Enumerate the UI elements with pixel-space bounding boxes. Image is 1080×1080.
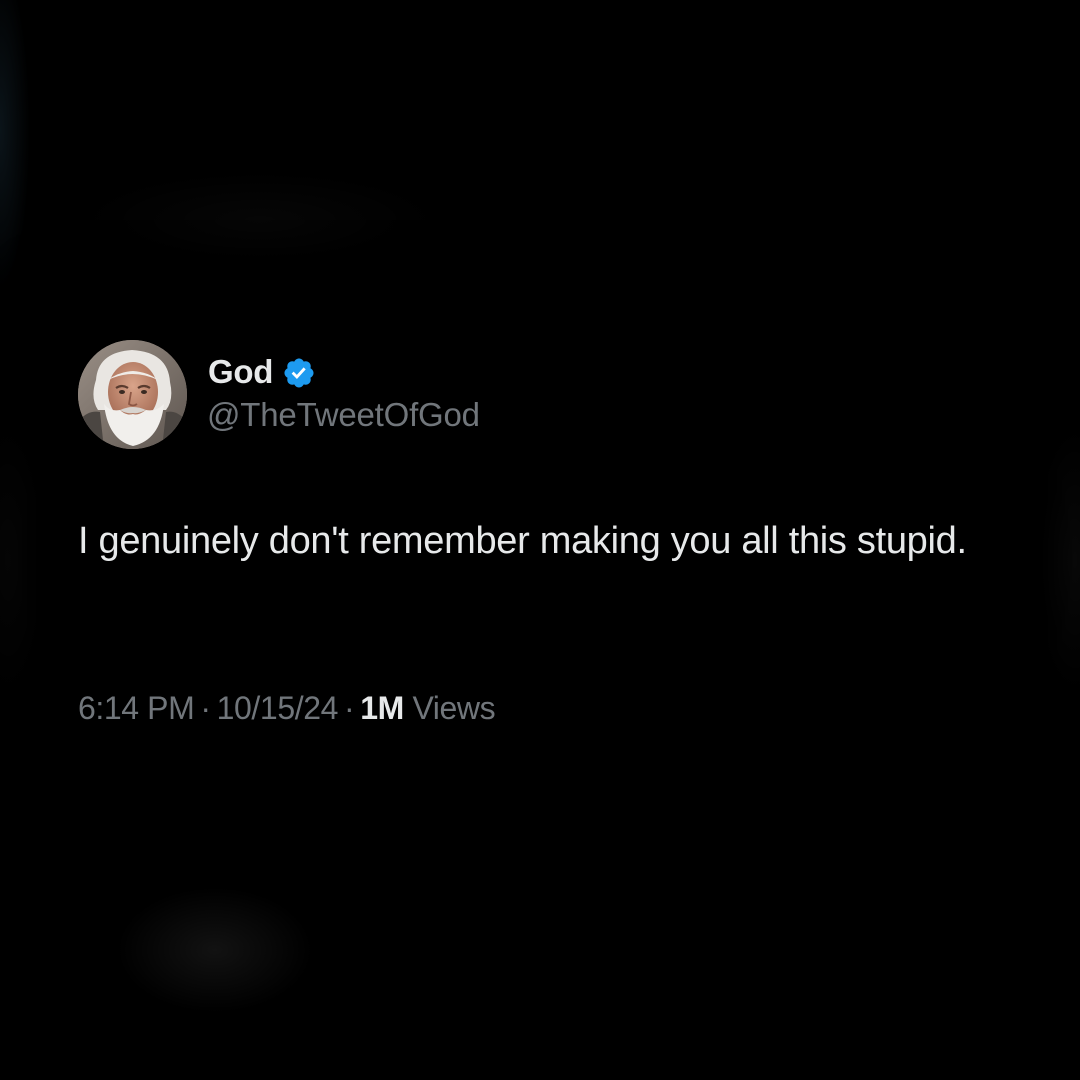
author-name-row: God [208, 352, 316, 392]
views-label: Views [412, 690, 496, 726]
meta-separator: · [344, 690, 355, 726]
verified-badge-icon[interactable] [282, 356, 316, 390]
tweet-card[interactable]: God @TheTweetOfGod I genuinely don't rem… [56, 300, 1028, 770]
author-display-name[interactable]: God [208, 353, 273, 391]
avatar[interactable] [78, 340, 187, 449]
tweet-meta: 6:14 PM · 10/15/24 · 1M Views [78, 690, 496, 727]
tweet-date[interactable]: 10/15/24 [217, 690, 339, 726]
screenshot-canvas: God @TheTweetOfGod I genuinely don't rem… [0, 0, 1080, 1080]
meta-separator: · [200, 690, 211, 726]
tweet-time[interactable]: 6:14 PM [78, 690, 195, 726]
views-count: 1M [360, 690, 404, 726]
avatar-bearded-man-icon [78, 340, 187, 449]
tweet-text: I genuinely don't remember making you al… [78, 520, 967, 562]
author-handle[interactable]: @TheTweetOfGod [207, 396, 480, 434]
